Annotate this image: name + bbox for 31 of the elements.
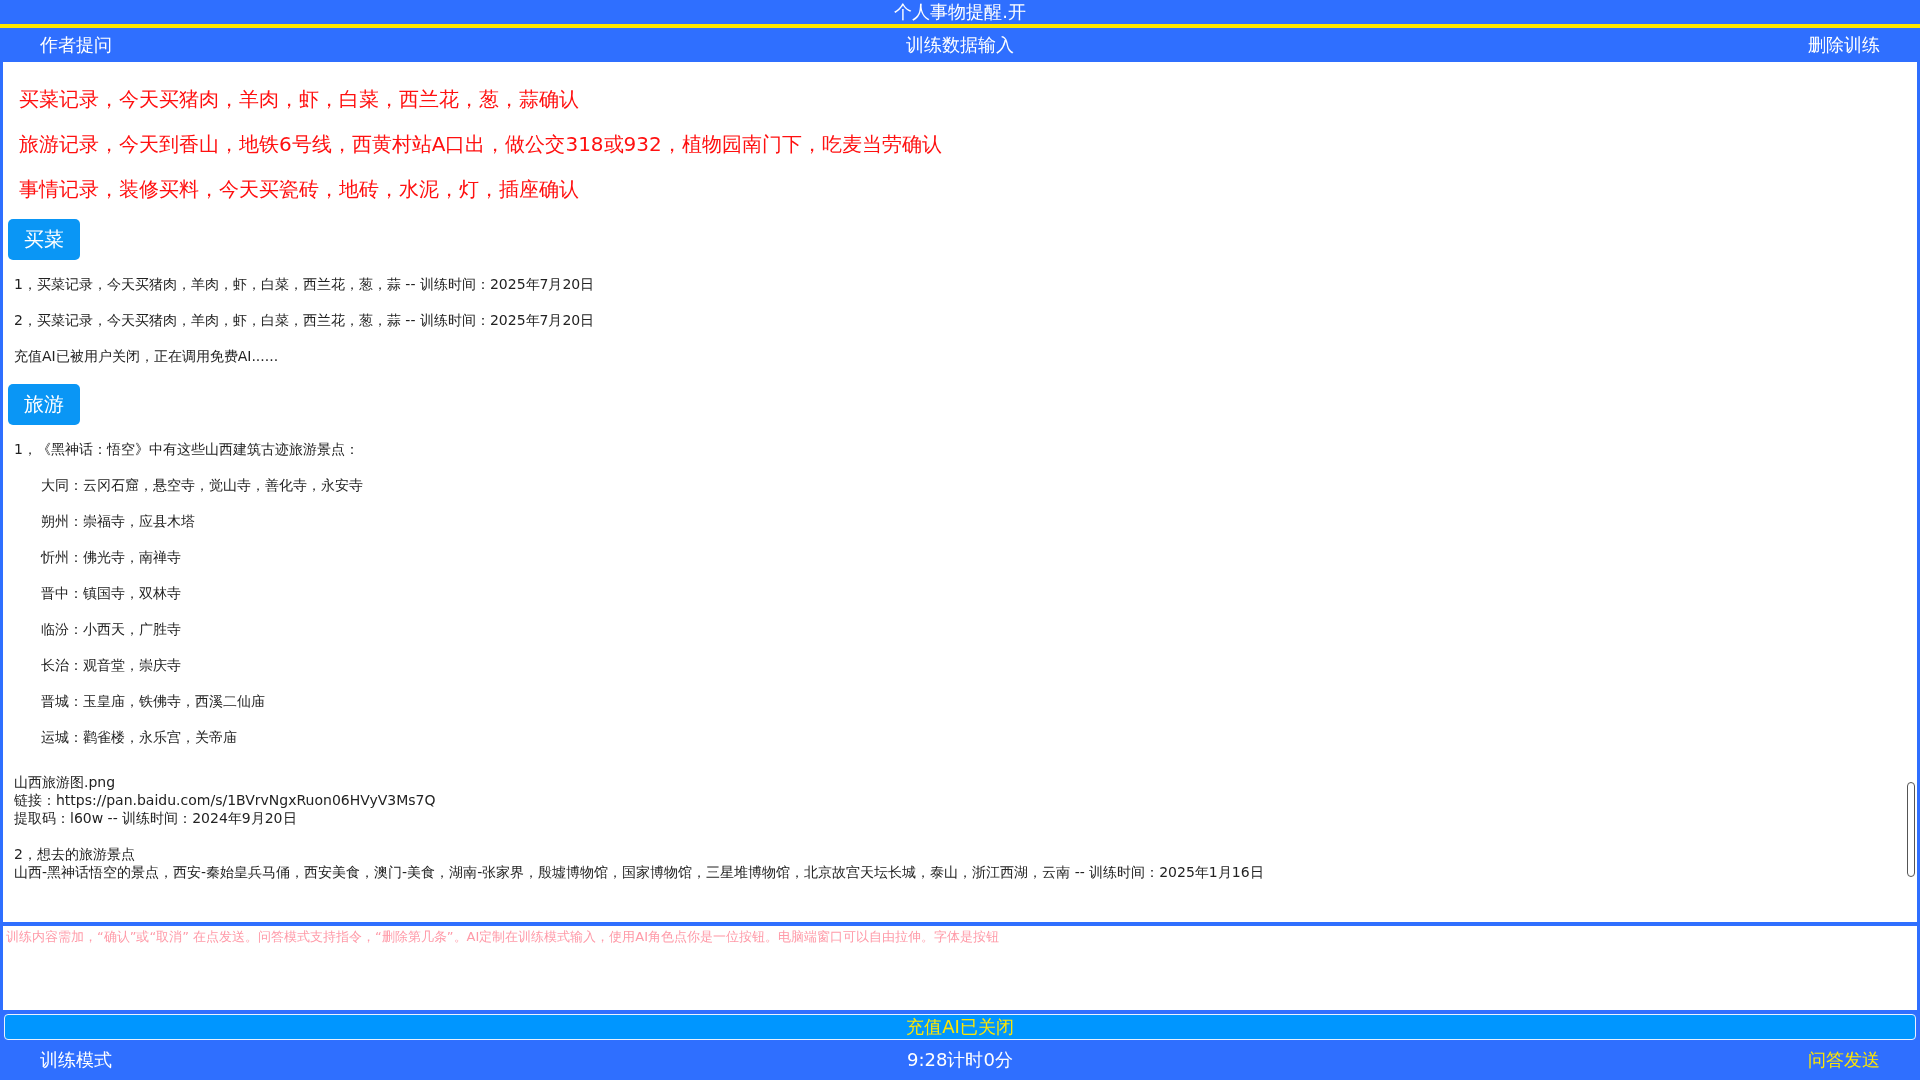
command-text: 买菜记录，今天买猪肉，羊肉，虾，白菜，西兰花，葱，蒜确认 (19, 87, 580, 111)
content-line: 山西旅游图.png (14, 773, 117, 791)
content-line: 忻州：佛光寺，南禅寺 (39, 548, 182, 566)
content-line: 链接：https://pan.baidu.com/s/1BVrvNgxRuon06HVyV3Ms7Q (14, 791, 437, 809)
content-line: 晋城：玉皇庙，铁佛寺，西溪二仙庙 (40, 692, 266, 710)
category-button[interactable]: 买菜 (8, 219, 80, 260)
content-line: 朔州：崇福寺，应县木塔 (40, 512, 196, 530)
ask-author-button[interactable]: 作者提问 (40, 33, 112, 57)
header-title: 训练数据输入 (906, 33, 1014, 57)
content-line: 1，《黑神话：悟空》中有这些山西建筑古迹旅游景点： (13, 440, 360, 458)
timer-text: 9:28计时0分 (907, 1048, 1013, 1072)
window-title: 个人事物提醒.开 (894, 0, 1026, 24)
content-line: 山西-黑神话悟空的景点，西安-秦始皇兵马俑，西安美食，澳门-美食，湖南-张家界，殷墟博物馆，国家博物馆，三星堆博物馆，北京故宫天坛长城，泰山，浙江西湖，云南 -- 训练时间：2025年1月16日 (14, 863, 1265, 881)
delete-training-button[interactable]: 删除训练 (1808, 33, 1880, 57)
command-text: 旅游记录，今天到香山，地铁6号线，西黄村站A口出，做公交318或932，植物园南门下，吃麦当劳确认 (19, 132, 943, 156)
content-line: 充值AI已被用户关闭，正在调用免费AI...... (13, 347, 280, 365)
content-line: 提取码：l60w -- 训练时间：2024年9月20日 (14, 809, 298, 827)
content-line: 长治：观音堂，崇庆寺 (40, 656, 182, 674)
content-line: 运城：鹳雀楼，永乐宫，关帝庙 (40, 728, 238, 746)
content-line: 晋中：镇国寺，双林寺 (40, 584, 182, 602)
content-line: 2，买菜记录，今天买猪肉，羊肉，虾，白菜，西兰花，葱，蒜 -- 训练时间：2025年7月20日 (13, 311, 596, 329)
content-line: 临汾：小西天，广胜寺 (40, 620, 182, 638)
send-button[interactable]: 问答发送 (1808, 1048, 1880, 1072)
content-line: 1，买菜记录，今天买猪肉，羊肉，虾，白菜，西兰花，葱，蒜 -- 训练时间：2025年7月20日 (13, 275, 596, 293)
category-button[interactable]: 旅游 (8, 384, 80, 425)
command-text: 事情记录，装修买料，今天买瓷砖，地砖，水泥，灯，插座确认 (19, 177, 580, 201)
training-mode-button[interactable]: 训练模式 (40, 1048, 112, 1072)
content-line: 2，想去的旅游景点 (14, 845, 136, 863)
content-line: 大同：云冈石窟，悬空寺，觉山寺，善化寺，永安寺 (40, 476, 364, 494)
status-button[interactable]: 充值AI已关闭 (4, 1014, 1916, 1040)
scrollbar[interactable] (1907, 782, 1915, 877)
